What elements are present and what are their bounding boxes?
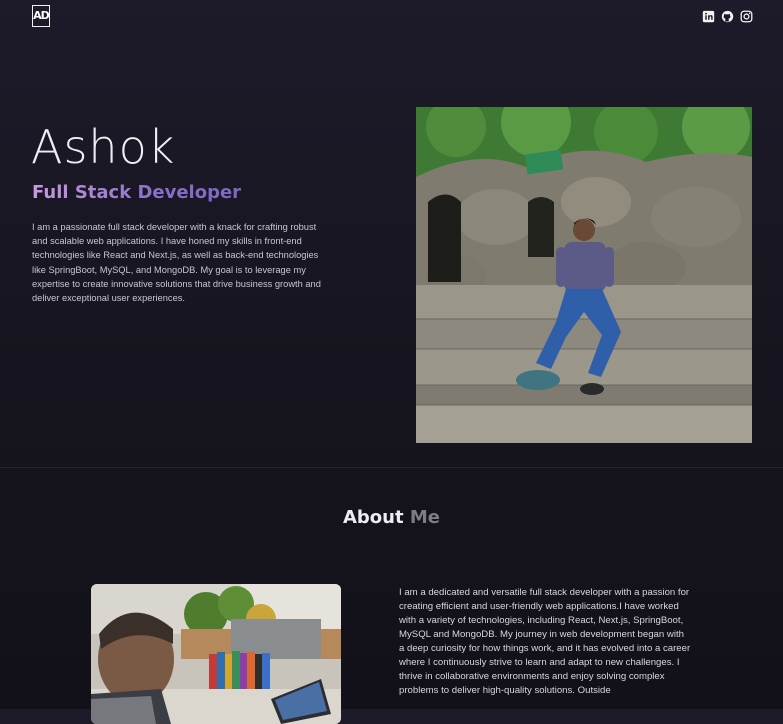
about-title-word1: About	[342, 507, 404, 528]
workspace-image	[91, 584, 341, 724]
portrait-image	[416, 107, 752, 443]
about-description: I am a dedicated and versatile full stac…	[399, 587, 691, 696]
about-title-word2: Me	[409, 507, 440, 528]
top-nav: AD	[0, 0, 783, 36]
hero-portrait-photo	[416, 107, 752, 443]
hero-role: Full Stack Developer	[32, 182, 242, 203]
hero-description: I am a passionate full stack developer w…	[32, 222, 321, 304]
about-photo	[91, 584, 341, 724]
linkedin-icon[interactable]	[702, 10, 715, 23]
instagram-icon[interactable]	[740, 10, 753, 23]
github-icon[interactable]	[721, 10, 734, 23]
about-title: About Me	[0, 507, 783, 528]
hero-name: Ashok	[31, 120, 176, 174]
site-logo[interactable]: AD	[32, 5, 50, 27]
social-links	[702, 10, 753, 23]
section-divider	[0, 467, 783, 468]
